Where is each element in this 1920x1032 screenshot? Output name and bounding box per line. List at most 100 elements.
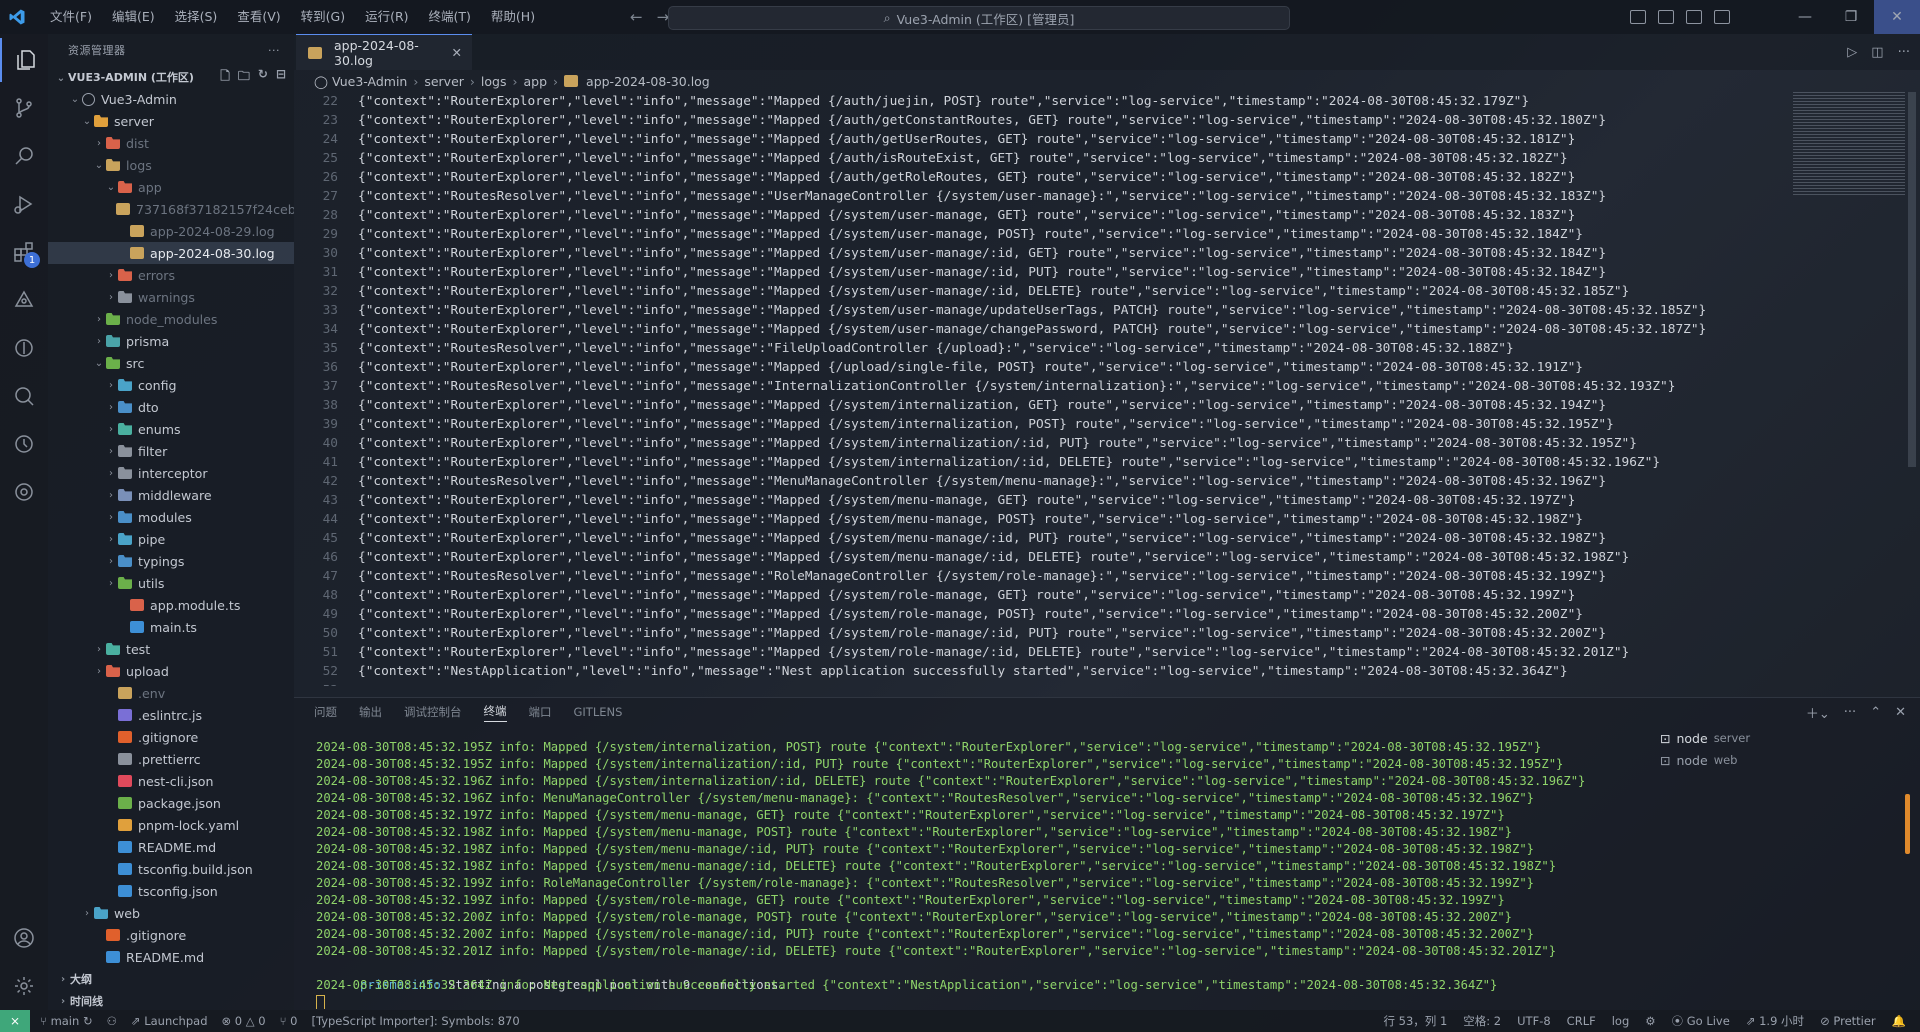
minimap[interactable]	[1793, 92, 1905, 196]
tree-folder[interactable]: › errors	[48, 264, 294, 286]
timeline-icon[interactable]	[0, 422, 48, 466]
customize-layout-icon[interactable]	[1714, 10, 1730, 24]
menu-item[interactable]: 查看(V)	[227, 0, 290, 34]
tree-folder[interactable]: › pipe	[48, 528, 294, 550]
tree-folder[interactable]: › modules	[48, 506, 294, 528]
new-folder-icon[interactable]: 🗀	[238, 67, 250, 88]
menu-item[interactable]: 选择(S)	[165, 0, 228, 34]
eol[interactable]: CRLF	[1567, 1014, 1596, 1028]
tree-file[interactable]: main.ts	[48, 616, 294, 638]
menu-item[interactable]: 运行(R)	[355, 0, 418, 34]
search-view-icon[interactable]	[0, 134, 48, 178]
panel-tab[interactable]: 问题	[314, 704, 337, 720]
tree-folder[interactable]: › warnings	[48, 286, 294, 308]
tree-folder[interactable]: › middleware	[48, 484, 294, 506]
editor-scrollbar[interactable]	[1908, 92, 1916, 467]
extensions-icon[interactable]: 1	[0, 230, 48, 274]
menu-item[interactable]: 编辑(E)	[102, 0, 165, 34]
breadcrumb-item[interactable]: server	[424, 74, 464, 89]
language-mode[interactable]: log	[1612, 1014, 1630, 1028]
tree-file[interactable]: README.md	[48, 836, 294, 858]
tree-file[interactable]: .env	[48, 682, 294, 704]
go-live-button[interactable]: ⦿ Go Live	[1672, 1013, 1730, 1029]
tree-file[interactable]: README.md	[48, 946, 294, 968]
menu-item[interactable]: 文件(F)	[40, 0, 102, 34]
launchpad-button[interactable]: ⇗ Launchpad	[131, 1014, 208, 1028]
tree-file[interactable]: .gitignore	[48, 726, 294, 748]
tree-folder[interactable]: › test	[48, 638, 294, 660]
cursor-position[interactable]: 行 53，列 1	[1384, 1013, 1448, 1029]
tree-folder[interactable]: › filter	[48, 440, 294, 462]
gitlens-icon[interactable]	[0, 278, 48, 322]
menu-item[interactable]: 终端(T)	[419, 0, 481, 34]
close-icon[interactable]: ✕	[1874, 0, 1920, 34]
prettier-status[interactable]: ⊘ Prettier	[1820, 1014, 1876, 1028]
tree-file[interactable]: nest-cli.json	[48, 770, 294, 792]
tree-folder[interactable]: › interceptor	[48, 462, 294, 484]
maximize-panel-icon[interactable]: ⌃	[1870, 705, 1881, 720]
terminal-scrollbar[interactable]	[1905, 794, 1910, 854]
account-icon[interactable]	[0, 916, 48, 960]
tree-folder[interactable]: › config	[48, 374, 294, 396]
command-center-search[interactable]: ⌕ Vue3-Admin (工作区) [管理员]	[668, 6, 1290, 30]
tree-folder[interactable]: › dto	[48, 396, 294, 418]
editor-more-icon[interactable]: ···	[1898, 45, 1910, 60]
minimize-icon[interactable]: —	[1782, 0, 1828, 34]
database-icon[interactable]	[0, 470, 48, 514]
split-editor-icon[interactable]: ◫	[1871, 45, 1883, 60]
tree-folder[interactable]: › utils	[48, 572, 294, 594]
menu-item[interactable]: 转到(G)	[291, 0, 355, 34]
indentation[interactable]: 空格: 2	[1463, 1013, 1501, 1029]
breadcrumb-item[interactable]: logs	[481, 74, 507, 89]
notifications-icon[interactable]: 🔔	[1892, 1014, 1906, 1028]
workspace-header[interactable]: ⌄ VUE3-ADMIN (工作区) 🗋 🗀 ↻ ⊟	[48, 66, 294, 88]
toggle-sidebar-icon[interactable]	[1630, 10, 1646, 24]
terminal-output[interactable]: 2024-08-30T08:45:32.195Z info: Mapped {/…	[316, 739, 1636, 1009]
tree-file[interactable]: tsconfig.json	[48, 880, 294, 902]
ts-importer-status[interactable]: [TypeScript Importer]: Symbols: 870	[311, 1014, 519, 1028]
run-debug-icon[interactable]	[0, 182, 48, 226]
toggle-panel-icon[interactable]	[1658, 10, 1674, 24]
toggle-secondary-sidebar-icon[interactable]	[1686, 10, 1702, 24]
tree-folder[interactable]: › typings	[48, 550, 294, 572]
tree-file[interactable]: pnpm-lock.yaml	[48, 814, 294, 836]
tree-file[interactable]: .eslintrc.js	[48, 704, 294, 726]
panel-more-icon[interactable]: ···	[1844, 705, 1856, 720]
collapse-all-icon[interactable]: ⊟	[276, 67, 286, 88]
tree-folder[interactable]: ⌄ logs	[48, 154, 294, 176]
terminal-prompt[interactable]	[316, 994, 1636, 1009]
breadcrumb-item[interactable]: app-2024-08-30.log	[586, 74, 710, 89]
tree-file[interactable]: app-2024-08-29.log	[48, 220, 294, 242]
tree-folder[interactable]: › node_modules	[48, 308, 294, 330]
tree-folder[interactable]: › web	[48, 902, 294, 924]
breadcrumb-item[interactable]: Vue3-Admin	[332, 74, 407, 89]
sync-icon[interactable]: ⚇	[107, 1014, 117, 1028]
tree-file[interactable]: package.json	[48, 792, 294, 814]
run-icon[interactable]: ▷	[1847, 45, 1857, 60]
problems-indicator[interactable]: ⊗ 0 △ 0	[222, 1014, 266, 1028]
remote-icon[interactable]: ⨯	[0, 1010, 30, 1032]
terminal-instance[interactable]: ⊡ node server	[1654, 727, 1904, 749]
tree-folder[interactable]: › prisma	[48, 330, 294, 352]
section-header[interactable]: › 时间线	[48, 990, 294, 1012]
terminal-instance[interactable]: ⊡ node web	[1654, 749, 1904, 771]
tree-file[interactable]: ⌄ Vue3-Admin	[48, 88, 294, 110]
encoding[interactable]: UTF-8	[1517, 1014, 1551, 1028]
panel-tab[interactable]: 端口	[529, 704, 552, 720]
close-panel-icon[interactable]: ✕	[1895, 705, 1906, 720]
git-graph-icon[interactable]	[0, 326, 48, 370]
tree-folder[interactable]: › upload	[48, 660, 294, 682]
menu-item[interactable]: 帮助(H)	[481, 0, 545, 34]
explorer-icon[interactable]	[0, 38, 50, 82]
tree-file[interactable]: app-2024-08-30.log	[48, 242, 294, 264]
tab-close-icon[interactable]: ✕	[452, 45, 462, 60]
new-terminal-icon[interactable]: ＋⌄	[1806, 703, 1830, 722]
wakatime-status[interactable]: ⇗ 1.9 小时	[1746, 1013, 1804, 1029]
copilot-icon[interactable]: ⚙	[1645, 1014, 1655, 1028]
tree-file[interactable]: .gitignore	[48, 924, 294, 946]
tree-folder[interactable]: ⌄ src	[48, 352, 294, 374]
tree-file[interactable]: 737168f37182157f24ceb...	[48, 198, 294, 220]
panel-tab[interactable]: 终端	[483, 703, 507, 722]
tree-file[interactable]: app.module.ts	[48, 594, 294, 616]
code-editor[interactable]: 22 {"context":"RouterExplorer","level":"i…	[294, 92, 1794, 686]
